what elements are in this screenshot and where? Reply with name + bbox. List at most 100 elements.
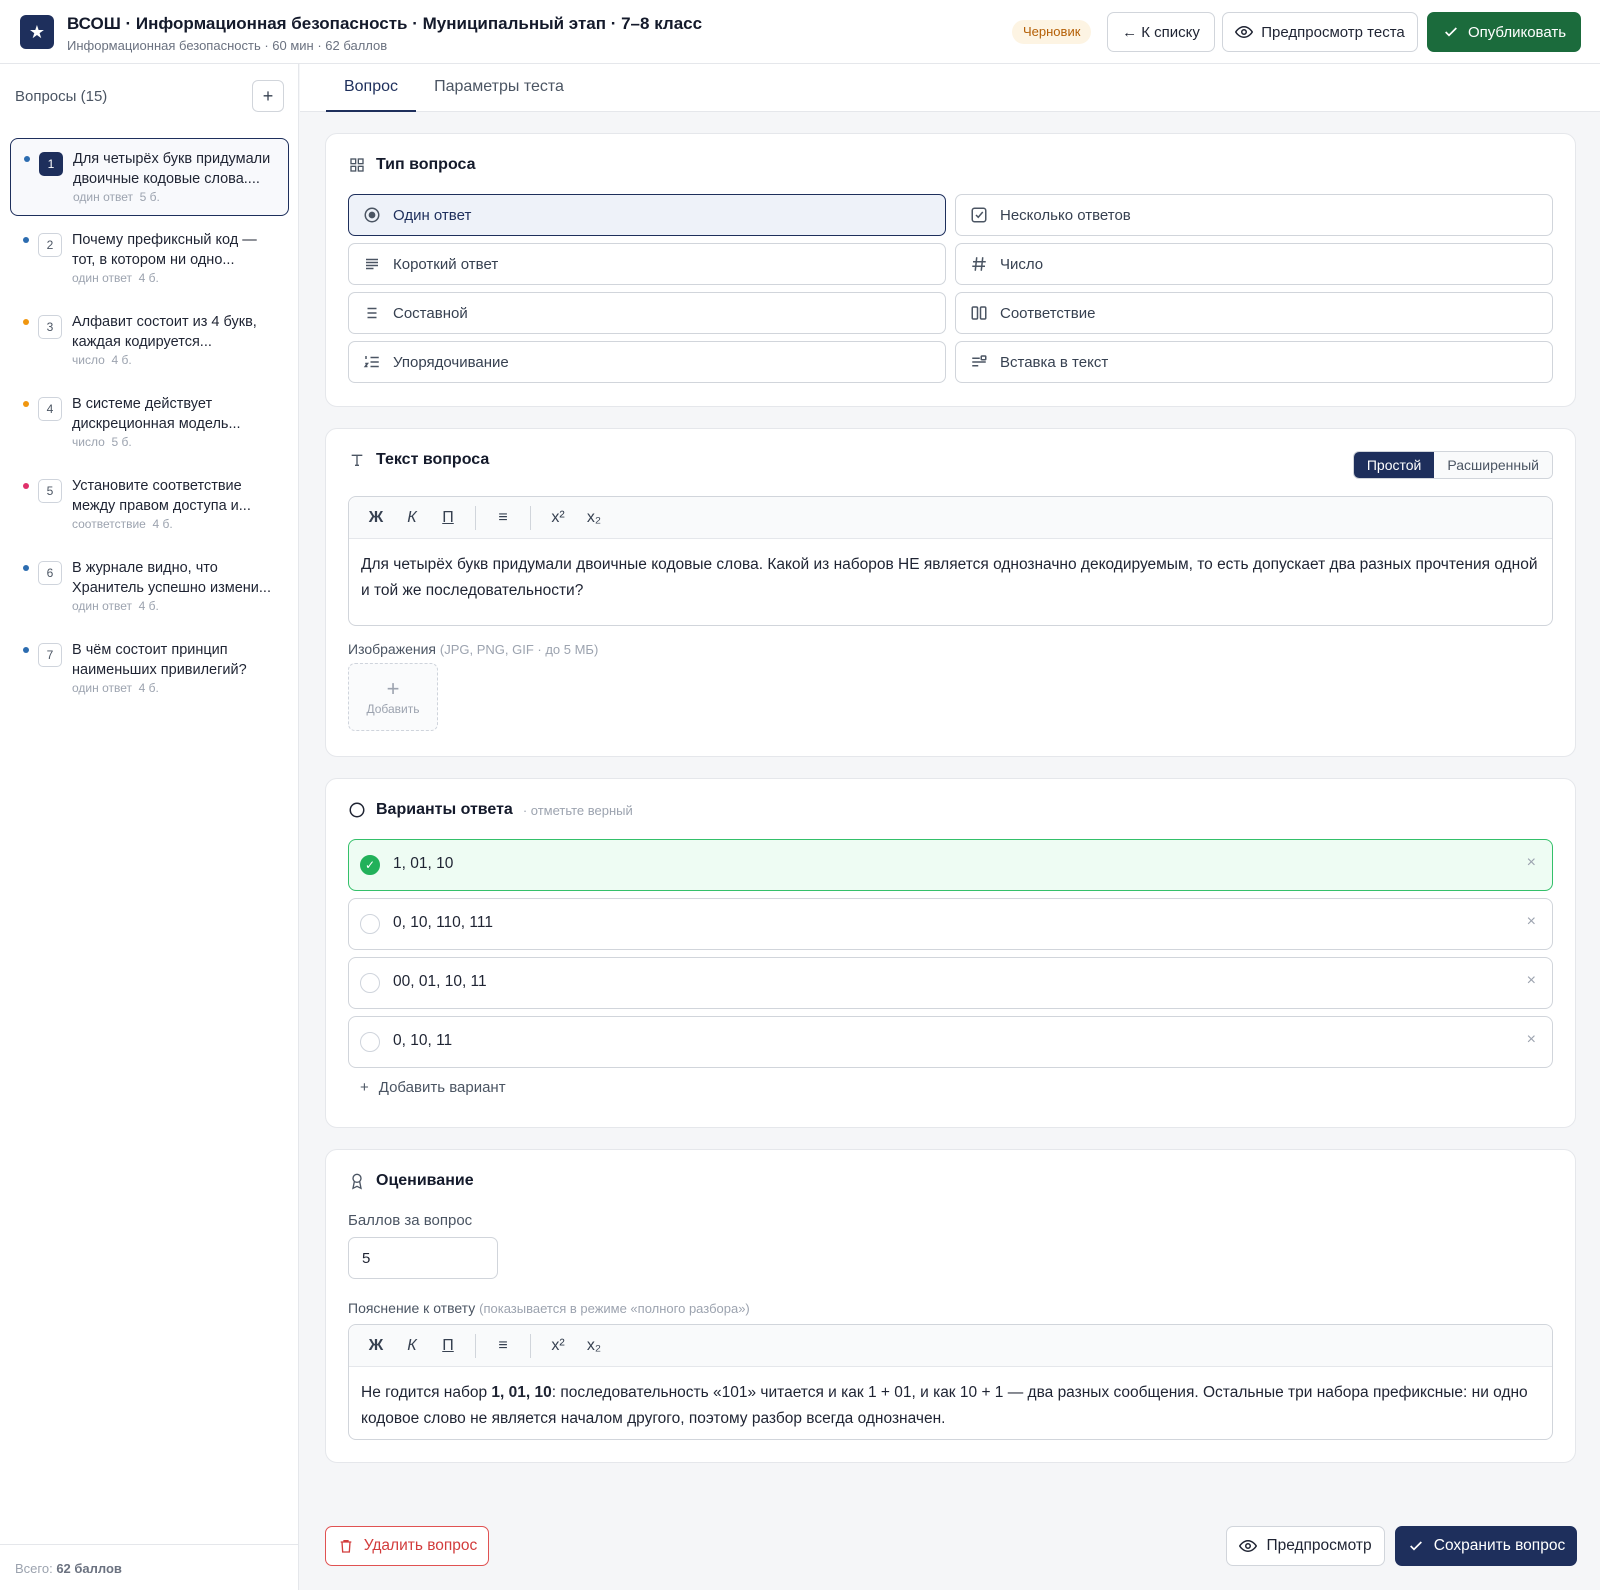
preview-label: Предпросмотр [1266,1537,1372,1554]
question-list-item[interactable]: 6 В журнале видно, что Хранитель успешно … [10,548,289,626]
explanation-body[interactable]: Не годится набор 1, 01, 10: последовател… [349,1367,1552,1445]
question-type-option[interactable]: Короткий ответ [348,243,946,285]
question-meta: один ответ 4 б. [72,681,159,695]
star-logo-icon: ★ [20,15,54,49]
total-prefix: Всего: [15,1561,57,1576]
mode-advanced-button[interactable]: Расширенный [1434,452,1552,478]
question-type-option[interactable]: Составной [348,292,946,334]
delete-question-button[interactable]: Удалить вопрос [325,1526,489,1566]
explanation-label-text: Пояснение к ответу [348,1300,476,1316]
question-number: 6 [38,561,62,585]
explanation-text-start: Не годится набор [361,1384,492,1401]
points-input[interactable] [348,1237,498,1279]
list-button[interactable]: ≡ [488,503,518,533]
toolbar-divider [530,505,531,530]
remove-option-icon[interactable]: × [1527,913,1536,931]
correct-answer-radio[interactable] [360,1032,380,1052]
add-question-button[interactable]: + [252,80,284,112]
answer-option: ✓ 1, 01, 10 × [348,839,1553,891]
question-preview-text: В чём состоит принцип наименьших привиле… [72,642,247,678]
question-preview-text: В журнале видно, что Хранитель успешно и… [72,560,271,596]
question-type-label: число [72,353,105,367]
correct-answer-radio[interactable] [360,973,380,993]
question-type-option[interactable]: Число [955,243,1553,285]
question-status-dot [23,565,29,571]
question-text-heading: Текст вопроса [348,451,489,469]
question-type-option-label: Соответствие [1000,304,1096,322]
question-type-label: один ответ [72,599,132,613]
publish-button[interactable]: Опубликовать [1427,12,1581,52]
insert-text-icon [970,353,988,371]
preview-test-button[interactable]: Предпросмотр теста [1222,12,1418,52]
preview-button[interactable]: Предпросмотр [1226,1526,1385,1566]
question-type-option-label: Составной [393,304,468,322]
tab-question[interactable]: Вопрос [326,64,416,112]
remove-option-icon[interactable]: × [1527,972,1536,990]
back-button-label: ← К списку [1122,23,1200,41]
subscript-button[interactable]: x₂ [579,1331,609,1361]
eye-icon [1239,1537,1258,1555]
correct-answer-radio[interactable]: ✓ [360,855,380,875]
answer-option: 00, 01, 10, 11 × [348,957,1553,1009]
subscript-button[interactable]: x₂ [579,503,609,533]
superscript-button[interactable]: x² [543,1331,573,1361]
add-option-button[interactable]: + Добавить вариант [360,1079,506,1096]
question-meta: соответствие 4 б. [72,517,173,531]
question-text-editor: Ж К П ≡ x² x₂ Для четырёх букв придумали… [348,496,1553,626]
question-type-option[interactable]: Вставка в текст [955,341,1553,383]
italic-button[interactable]: К [397,503,427,533]
toolbar-divider [475,1333,476,1358]
question-type-option[interactable]: Упорядочивание [348,341,946,383]
italic-button[interactable]: К [397,1331,427,1361]
question-type-option[interactable]: Соответствие [955,292,1553,334]
answer-option-text[interactable]: 0, 10, 110, 111 [393,914,493,932]
answer-option: 0, 10, 11 × [348,1016,1553,1068]
questions-sidebar: Вопросы (15) + 1 Для четырёх букв придума… [0,64,299,1590]
plus-icon: + [386,676,400,701]
question-list-item[interactable]: 2 Почему префиксный код — тот, в котором … [10,220,289,298]
question-list-item[interactable]: 7 В чём состоит принцип наименьших привил… [10,630,289,708]
answer-option-text[interactable]: 0, 10, 11 [393,1032,452,1050]
editor-tabs: Вопрос Параметры теста [300,64,1600,112]
question-number: 2 [38,233,62,257]
question-list-item[interactable]: 1 Для четырёх букв придумали двоичные код… [10,138,289,216]
superscript-button[interactable]: x² [543,503,573,533]
grading-card: Оценивание Баллов за вопрос Пояснение к … [325,1149,1576,1463]
bold-button[interactable]: Ж [361,1331,391,1361]
question-type-option[interactable]: Один ответ [348,194,946,236]
bold-button[interactable]: Ж [361,503,391,533]
toolbar-divider [530,1333,531,1358]
remove-option-icon[interactable]: × [1527,1031,1536,1049]
explanation-bold-set: 1, 01, 10 [491,1384,552,1401]
question-list-item[interactable]: 5 Установите соответствие между правом до… [10,466,289,544]
radio-icon [363,206,381,224]
answer-option-text[interactable]: 00, 01, 10, 11 [393,973,487,991]
back-to-list-button[interactable]: ← К списку [1107,12,1215,52]
tab-test-settings[interactable]: Параметры теста [428,64,570,112]
hash-icon [970,255,988,273]
explanation-editor: Ж К П ≡ x² x₂ Не годится набор 1, 01, 10… [348,1324,1553,1440]
question-preview-text: В системе действует дискреционная модель… [72,396,241,432]
delete-question-label: Удалить вопрос [363,1537,478,1554]
question-number: 3 [38,315,62,339]
remove-option-icon[interactable]: × [1527,854,1536,872]
publish-label: Опубликовать [1467,23,1567,41]
question-type-option-label: Короткий ответ [393,255,499,273]
list-button[interactable]: ≡ [488,1331,518,1361]
underline-button[interactable]: П [433,1331,463,1361]
underline-button[interactable]: П [433,503,463,533]
save-question-button[interactable]: Сохранить вопрос [1395,1526,1577,1566]
mode-simple-button[interactable]: Простой [1353,452,1435,478]
correct-answer-radio[interactable] [360,914,380,934]
questions-count-title: Вопросы (15) [15,88,108,105]
answer-option-text[interactable]: 1, 01, 10 [393,855,453,873]
question-list-item[interactable]: 3 Алфавит состоит из 4 букв, каждая кодир… [10,302,289,380]
question-preview-text: Для четырёх букв придумали двоичные кодо… [73,151,271,187]
question-list-item[interactable]: 4 В системе действует дискреционная модел… [10,384,289,462]
question-type-option[interactable]: Несколько ответов [955,194,1553,236]
add-image-button[interactable]: + Добавить [348,663,438,731]
question-points: 5 б. [139,190,160,204]
question-type-label: число [72,435,105,449]
grading-heading: Оценивание [348,1172,474,1190]
question-text-body[interactable]: Для четырёх букв придумали двоичные кодо… [349,539,1552,617]
